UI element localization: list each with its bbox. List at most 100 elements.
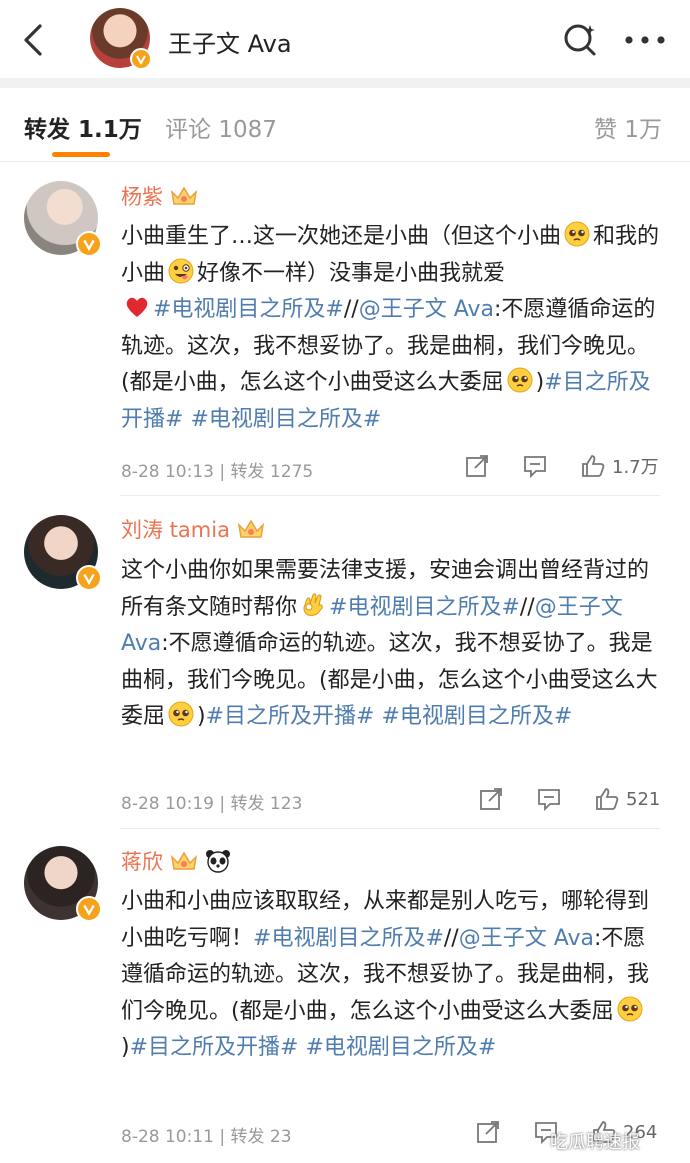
repost-item: 杨紫 小曲重生了…这一次她还是小曲（但这个小曲 和我的小曲 好像不一样）没事是小曲我… <box>0 163 690 496</box>
like-count: 1.7万 <box>612 457 659 478</box>
user-name[interactable]: 蒋欣 <box>121 846 163 876</box>
tab-bar: 转发 1.1万 评论 1087 赞 1万 <box>0 88 690 162</box>
tab-reposts-count: 1.1万 <box>78 117 142 143</box>
like-button[interactable]: 1.7万 <box>580 453 659 479</box>
tab-comments-label: 评论 <box>165 117 211 143</box>
top-bar: 王子文 Ava <box>0 0 690 78</box>
topic-link[interactable]: #电视剧目之所及# <box>381 704 572 729</box>
pleading-face-emoji <box>168 701 194 727</box>
meta-row: 8-28 10:13 | 转发 1275 <box>121 457 313 482</box>
text-segment: 好像不一样）没事是小曲我就爱 <box>197 260 506 286</box>
meta-divider: | <box>219 794 231 814</box>
topic-link[interactable]: #电视剧目之所及# <box>153 297 344 322</box>
user-row: 蒋欣 <box>121 846 231 876</box>
search-icon <box>564 24 596 56</box>
repost-count: 转发 1275 <box>230 462 314 482</box>
crown-icon <box>170 186 198 205</box>
mention-link[interactable]: @王子文 Ava <box>359 297 494 322</box>
avatar[interactable] <box>24 181 102 257</box>
like-button[interactable]: 521 <box>594 786 660 812</box>
topic-link[interactable]: #目之所及开播# <box>130 1035 299 1060</box>
topic-link[interactable]: #目之所及开播# <box>206 704 375 729</box>
author-avatar[interactable] <box>90 8 152 70</box>
tab-comments-count: 1087 <box>218 117 277 143</box>
verified-icon <box>76 896 102 922</box>
meta-row: 8-28 10:19 | 转发 123 <box>121 789 302 814</box>
share-button[interactable] <box>464 453 490 479</box>
tab-likes-count: 1万 <box>624 117 662 143</box>
text-segment: // <box>519 594 535 620</box>
topic-link[interactable]: #电视剧目之所及# <box>253 926 444 951</box>
share-button[interactable] <box>478 786 504 812</box>
meta-row: 8-28 10:11 | 转发 23 <box>121 1122 292 1147</box>
tab-likes-label: 赞 <box>594 117 617 143</box>
user-name[interactable]: 刘涛 tamia <box>121 514 230 544</box>
zany-face-emoji <box>168 258 194 283</box>
pleading-face-emoji <box>564 221 590 247</box>
tab-comments[interactable]: 评论 1087 <box>165 110 277 144</box>
comment-button[interactable] <box>536 786 562 812</box>
heart-emoji <box>126 297 148 317</box>
item-divider <box>120 828 660 829</box>
share-icon <box>466 455 488 477</box>
avatar[interactable] <box>24 846 102 922</box>
avatar[interactable] <box>24 515 102 591</box>
more-icon <box>625 36 665 44</box>
text-segment: 小曲重生了…这一次她还是小曲（但这个小曲 <box>121 224 562 249</box>
meta-divider: | <box>219 1127 231 1147</box>
timestamp: 8-28 10:19 <box>121 794 214 814</box>
tab-reposts-label: 转发 <box>24 117 70 143</box>
share-icon <box>477 1121 499 1143</box>
back-icon <box>24 24 42 56</box>
repost-count: 转发 123 <box>230 794 303 814</box>
repost-text: 小曲和小曲应该取取经，从来都是别人吃亏，哪轮得到小曲吃亏啊！#电视剧目之所及#/… <box>121 884 666 1067</box>
active-tab-indicator <box>52 152 110 157</box>
item-divider <box>120 495 660 496</box>
like-icon <box>596 788 619 810</box>
crown-icon <box>237 519 265 538</box>
verified-icon <box>130 48 152 70</box>
repost-text: 小曲重生了…这一次她还是小曲（但这个小曲 和我的小曲 好像不一样）没事是小曲我就爱 #… <box>121 219 666 438</box>
timestamp: 8-28 10:13 <box>121 462 214 482</box>
text-segment: // <box>443 925 459 951</box>
crown-icon <box>170 851 198 870</box>
topic-link[interactable]: #电视剧目之所及# <box>329 595 520 620</box>
timestamp: 8-28 10:11 <box>121 1127 214 1147</box>
author-name[interactable]: 王子文 Ava <box>168 24 292 59</box>
repost-count: 转发 23 <box>230 1127 292 1147</box>
topic-link[interactable]: #电视剧目之所及# <box>305 1035 496 1060</box>
meta-divider: | <box>219 462 231 482</box>
pleading-face-emoji <box>507 367 533 393</box>
user-row: 杨紫 <box>121 181 199 211</box>
panda-icon <box>206 850 230 873</box>
comment-button[interactable] <box>522 453 548 479</box>
text-segment: ) <box>197 704 206 729</box>
ok-hand-emoji <box>303 592 323 616</box>
comment-icon <box>524 456 546 479</box>
mention-link[interactable]: @王子文 Ava <box>459 926 594 951</box>
watermark: 吃瓜聘速报 <box>550 1128 640 1154</box>
text-segment: // <box>343 297 359 322</box>
tab-reposts[interactable]: 转发 1.1万 <box>24 110 142 144</box>
share-icon <box>480 788 502 810</box>
like-count: 521 <box>626 788 661 810</box>
repost-item: 刘涛 tamia 这个小曲你如果需要法律支援，安迪会调出曾经背过的所有条文随时帮… <box>0 497 690 829</box>
tab-likes[interactable]: 赞 1万 <box>594 110 662 144</box>
text-segment: ) <box>535 370 545 395</box>
more-button[interactable] <box>620 22 670 58</box>
user-row: 刘涛 tamia <box>121 514 266 544</box>
pleading-face-emoji <box>617 996 643 1021</box>
verified-icon <box>76 565 102 591</box>
topic-link[interactable]: #电视剧目之所及# <box>190 407 381 432</box>
verified-icon <box>76 231 102 257</box>
user-name[interactable]: 杨紫 <box>121 181 163 211</box>
like-icon <box>582 455 605 477</box>
text-segment: ) <box>121 1035 130 1060</box>
search-button[interactable] <box>560 20 600 60</box>
repost-text: 这个小曲你如果需要法律支援，安迪会调出曾经背过的所有条文随时帮你 #电视剧目之所及… <box>121 553 666 736</box>
comment-icon <box>538 789 560 812</box>
header-divider <box>0 78 690 88</box>
repost-item: 蒋欣 小曲和小曲应该取取经，从来都是别人吃亏，哪轮得到小曲吃亏啊！#电视剧目之所… <box>0 830 690 1163</box>
share-button[interactable] <box>475 1119 501 1145</box>
back-button[interactable] <box>14 20 50 60</box>
